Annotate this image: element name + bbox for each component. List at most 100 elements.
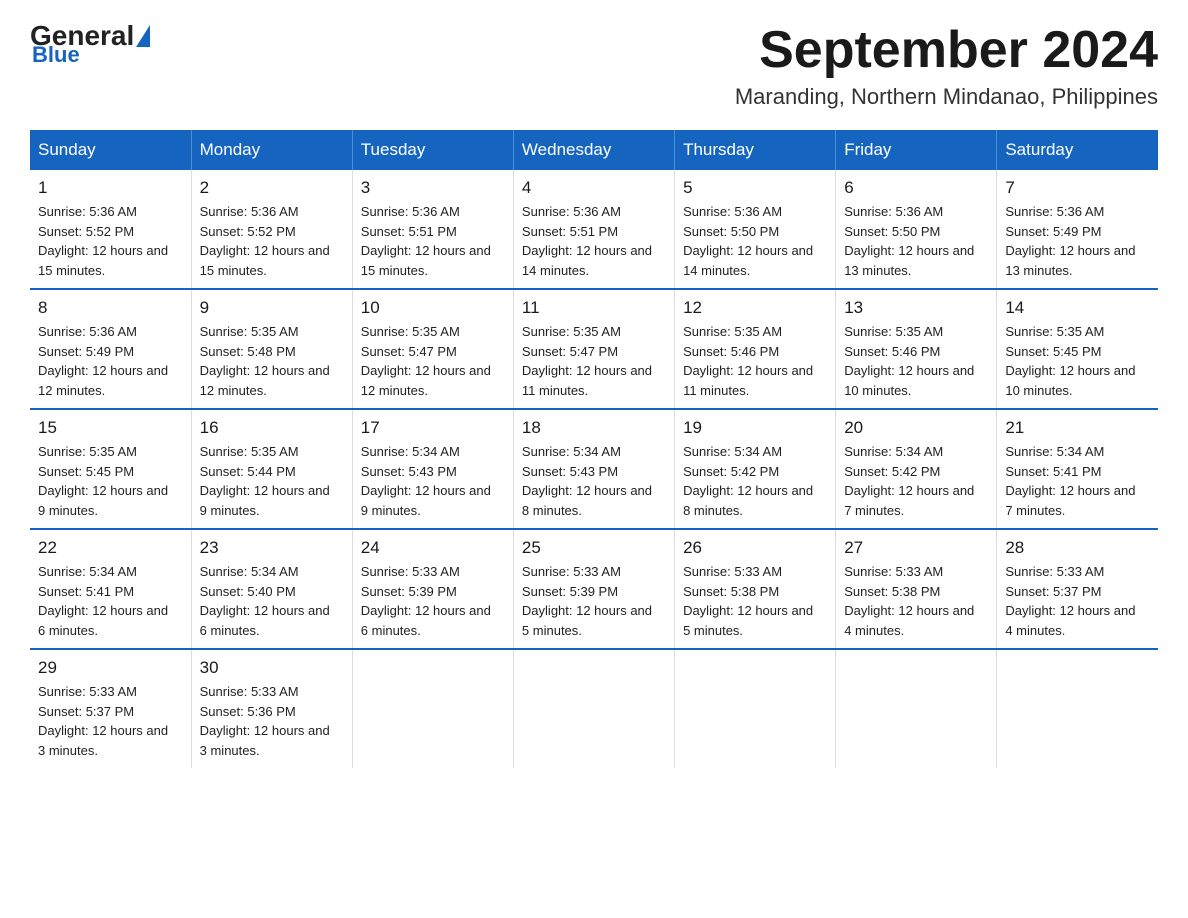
day-number: 17	[361, 418, 505, 438]
calendar-day-cell: 23 Sunrise: 5:34 AM Sunset: 5:40 PM Dayl…	[191, 529, 352, 649]
day-info: Sunrise: 5:36 AM Sunset: 5:51 PM Dayligh…	[361, 202, 505, 280]
calendar-day-cell	[675, 649, 836, 768]
calendar-day-cell: 20 Sunrise: 5:34 AM Sunset: 5:42 PM Dayl…	[836, 409, 997, 529]
day-info: Sunrise: 5:35 AM Sunset: 5:46 PM Dayligh…	[683, 322, 827, 400]
calendar-day-cell: 25 Sunrise: 5:33 AM Sunset: 5:39 PM Dayl…	[513, 529, 674, 649]
day-info: Sunrise: 5:34 AM Sunset: 5:42 PM Dayligh…	[683, 442, 827, 520]
calendar-day-cell: 3 Sunrise: 5:36 AM Sunset: 5:51 PM Dayli…	[352, 170, 513, 289]
day-info: Sunrise: 5:35 AM Sunset: 5:45 PM Dayligh…	[38, 442, 183, 520]
calendar-day-cell: 15 Sunrise: 5:35 AM Sunset: 5:45 PM Dayl…	[30, 409, 191, 529]
day-info: Sunrise: 5:35 AM Sunset: 5:47 PM Dayligh…	[522, 322, 666, 400]
day-number: 8	[38, 298, 183, 318]
calendar-day-cell: 12 Sunrise: 5:35 AM Sunset: 5:46 PM Dayl…	[675, 289, 836, 409]
day-info: Sunrise: 5:35 AM Sunset: 5:48 PM Dayligh…	[200, 322, 344, 400]
calendar-day-cell	[352, 649, 513, 768]
day-info: Sunrise: 5:33 AM Sunset: 5:37 PM Dayligh…	[1005, 562, 1150, 640]
day-info: Sunrise: 5:36 AM Sunset: 5:49 PM Dayligh…	[1005, 202, 1150, 280]
day-info: Sunrise: 5:34 AM Sunset: 5:40 PM Dayligh…	[200, 562, 344, 640]
day-number: 2	[200, 178, 344, 198]
day-info: Sunrise: 5:36 AM Sunset: 5:51 PM Dayligh…	[522, 202, 666, 280]
calendar-day-cell: 17 Sunrise: 5:34 AM Sunset: 5:43 PM Dayl…	[352, 409, 513, 529]
day-number: 6	[844, 178, 988, 198]
logo-triangle-icon	[136, 25, 150, 47]
calendar-day-cell	[513, 649, 674, 768]
day-number: 9	[200, 298, 344, 318]
day-info: Sunrise: 5:34 AM Sunset: 5:41 PM Dayligh…	[1005, 442, 1150, 520]
day-number: 24	[361, 538, 505, 558]
day-number: 15	[38, 418, 183, 438]
header-tuesday: Tuesday	[352, 130, 513, 170]
calendar-day-cell: 18 Sunrise: 5:34 AM Sunset: 5:43 PM Dayl…	[513, 409, 674, 529]
calendar-day-cell	[997, 649, 1158, 768]
day-number: 11	[522, 298, 666, 318]
day-number: 1	[38, 178, 183, 198]
day-info: Sunrise: 5:33 AM Sunset: 5:39 PM Dayligh…	[361, 562, 505, 640]
day-info: Sunrise: 5:36 AM Sunset: 5:50 PM Dayligh…	[844, 202, 988, 280]
day-number: 19	[683, 418, 827, 438]
day-number: 30	[200, 658, 344, 678]
calendar-table: Sunday Monday Tuesday Wednesday Thursday…	[30, 130, 1158, 768]
calendar-day-cell: 4 Sunrise: 5:36 AM Sunset: 5:51 PM Dayli…	[513, 170, 674, 289]
day-info: Sunrise: 5:34 AM Sunset: 5:42 PM Dayligh…	[844, 442, 988, 520]
calendar-week-row: 1 Sunrise: 5:36 AM Sunset: 5:52 PM Dayli…	[30, 170, 1158, 289]
month-title: September 2024	[735, 20, 1158, 80]
day-info: Sunrise: 5:33 AM Sunset: 5:38 PM Dayligh…	[844, 562, 988, 640]
day-number: 26	[683, 538, 827, 558]
calendar-day-cell: 10 Sunrise: 5:35 AM Sunset: 5:47 PM Dayl…	[352, 289, 513, 409]
calendar-day-cell: 2 Sunrise: 5:36 AM Sunset: 5:52 PM Dayli…	[191, 170, 352, 289]
day-info: Sunrise: 5:36 AM Sunset: 5:52 PM Dayligh…	[38, 202, 183, 280]
day-info: Sunrise: 5:35 AM Sunset: 5:46 PM Dayligh…	[844, 322, 988, 400]
logo-blue-underline: Blue	[32, 42, 80, 68]
day-info: Sunrise: 5:36 AM Sunset: 5:49 PM Dayligh…	[38, 322, 183, 400]
day-number: 5	[683, 178, 827, 198]
day-number: 23	[200, 538, 344, 558]
location-title: Maranding, Northern Mindanao, Philippine…	[735, 84, 1158, 110]
header-saturday: Saturday	[997, 130, 1158, 170]
calendar-day-cell: 19 Sunrise: 5:34 AM Sunset: 5:42 PM Dayl…	[675, 409, 836, 529]
day-info: Sunrise: 5:33 AM Sunset: 5:38 PM Dayligh…	[683, 562, 827, 640]
day-number: 28	[1005, 538, 1150, 558]
calendar-day-cell: 22 Sunrise: 5:34 AM Sunset: 5:41 PM Dayl…	[30, 529, 191, 649]
day-number: 22	[38, 538, 183, 558]
day-number: 25	[522, 538, 666, 558]
calendar-week-row: 15 Sunrise: 5:35 AM Sunset: 5:45 PM Dayl…	[30, 409, 1158, 529]
day-number: 13	[844, 298, 988, 318]
calendar-day-cell: 26 Sunrise: 5:33 AM Sunset: 5:38 PM Dayl…	[675, 529, 836, 649]
calendar-week-row: 8 Sunrise: 5:36 AM Sunset: 5:49 PM Dayli…	[30, 289, 1158, 409]
calendar-day-cell: 21 Sunrise: 5:34 AM Sunset: 5:41 PM Dayl…	[997, 409, 1158, 529]
day-number: 10	[361, 298, 505, 318]
calendar-day-cell: 8 Sunrise: 5:36 AM Sunset: 5:49 PM Dayli…	[30, 289, 191, 409]
title-area: September 2024 Maranding, Northern Minda…	[735, 20, 1158, 110]
day-info: Sunrise: 5:35 AM Sunset: 5:47 PM Dayligh…	[361, 322, 505, 400]
day-info: Sunrise: 5:35 AM Sunset: 5:44 PM Dayligh…	[200, 442, 344, 520]
header-monday: Monday	[191, 130, 352, 170]
calendar-day-cell: 13 Sunrise: 5:35 AM Sunset: 5:46 PM Dayl…	[836, 289, 997, 409]
calendar-day-cell: 24 Sunrise: 5:33 AM Sunset: 5:39 PM Dayl…	[352, 529, 513, 649]
calendar-day-cell: 7 Sunrise: 5:36 AM Sunset: 5:49 PM Dayli…	[997, 170, 1158, 289]
calendar-day-cell: 9 Sunrise: 5:35 AM Sunset: 5:48 PM Dayli…	[191, 289, 352, 409]
day-info: Sunrise: 5:33 AM Sunset: 5:36 PM Dayligh…	[200, 682, 344, 760]
calendar-day-cell: 5 Sunrise: 5:36 AM Sunset: 5:50 PM Dayli…	[675, 170, 836, 289]
calendar-day-cell: 30 Sunrise: 5:33 AM Sunset: 5:36 PM Dayl…	[191, 649, 352, 768]
day-info: Sunrise: 5:34 AM Sunset: 5:43 PM Dayligh…	[522, 442, 666, 520]
day-number: 27	[844, 538, 988, 558]
day-info: Sunrise: 5:33 AM Sunset: 5:37 PM Dayligh…	[38, 682, 183, 760]
calendar-day-cell: 11 Sunrise: 5:35 AM Sunset: 5:47 PM Dayl…	[513, 289, 674, 409]
day-info: Sunrise: 5:36 AM Sunset: 5:52 PM Dayligh…	[200, 202, 344, 280]
day-number: 3	[361, 178, 505, 198]
day-number: 4	[522, 178, 666, 198]
day-info: Sunrise: 5:33 AM Sunset: 5:39 PM Dayligh…	[522, 562, 666, 640]
day-number: 29	[38, 658, 183, 678]
header-wednesday: Wednesday	[513, 130, 674, 170]
day-number: 20	[844, 418, 988, 438]
day-info: Sunrise: 5:36 AM Sunset: 5:50 PM Dayligh…	[683, 202, 827, 280]
day-number: 18	[522, 418, 666, 438]
day-number: 14	[1005, 298, 1150, 318]
header-sunday: Sunday	[30, 130, 191, 170]
weekday-header-row: Sunday Monday Tuesday Wednesday Thursday…	[30, 130, 1158, 170]
day-number: 21	[1005, 418, 1150, 438]
day-number: 16	[200, 418, 344, 438]
day-info: Sunrise: 5:34 AM Sunset: 5:43 PM Dayligh…	[361, 442, 505, 520]
day-info: Sunrise: 5:34 AM Sunset: 5:41 PM Dayligh…	[38, 562, 183, 640]
calendar-week-row: 22 Sunrise: 5:34 AM Sunset: 5:41 PM Dayl…	[30, 529, 1158, 649]
